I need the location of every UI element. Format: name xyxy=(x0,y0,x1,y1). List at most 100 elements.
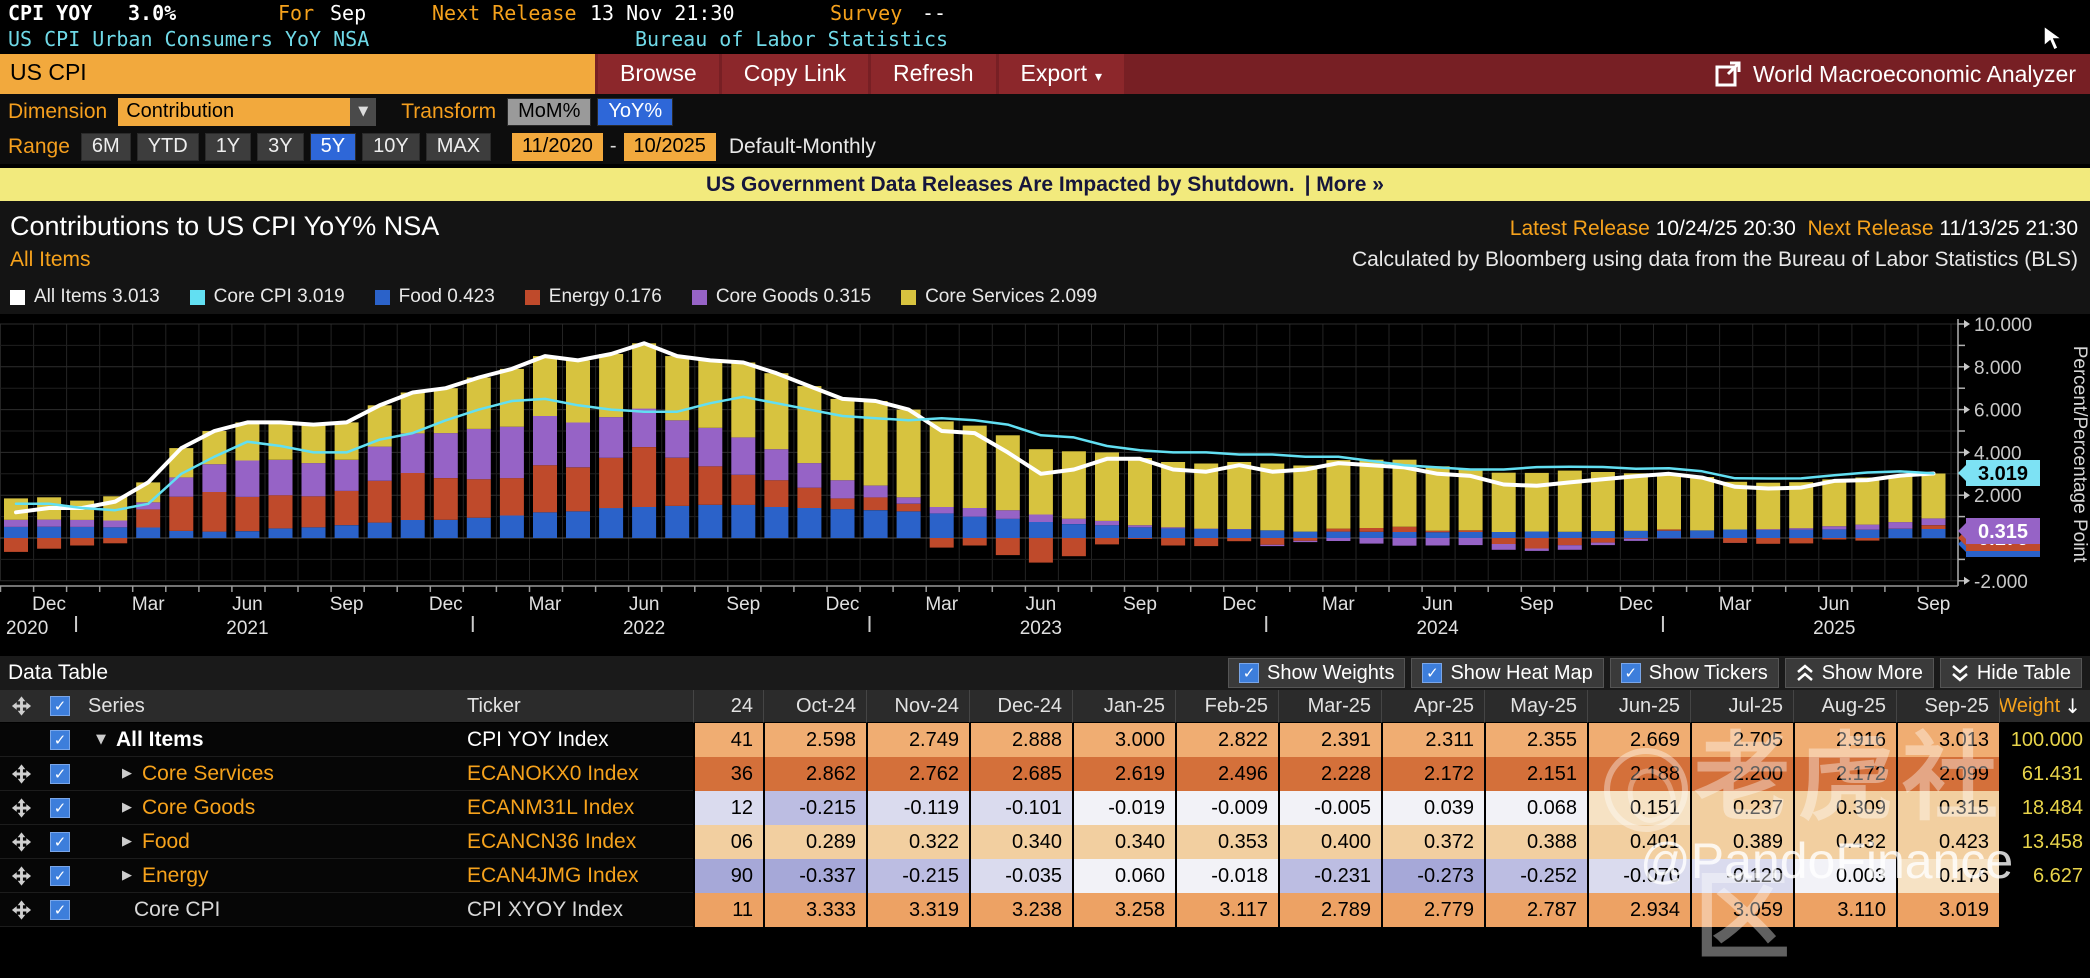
svg-text:2024: 2024 xyxy=(1416,618,1459,639)
range-6m[interactable]: 6M xyxy=(81,133,131,161)
value-cell: 3.238 xyxy=(969,893,1072,927)
value-cell-partial: 06 xyxy=(693,825,763,859)
command-input[interactable]: US CPI xyxy=(0,54,595,94)
value-cell: 3.117 xyxy=(1175,893,1278,927)
refresh-button[interactable]: Refresh xyxy=(871,54,996,94)
series-cell[interactable]: ▼All Items xyxy=(78,723,467,757)
toggle-show-heat-map[interactable]: ✓Show Heat Map xyxy=(1411,658,1603,688)
checkbox[interactable]: ✓ xyxy=(50,696,70,716)
month-column-header[interactable]: Aug-25 xyxy=(1793,690,1896,723)
legend-item-core-services[interactable]: Core Services 2.099 xyxy=(901,286,1097,308)
ticker-cell[interactable]: ECANOKX0 Index xyxy=(467,757,693,791)
range-max[interactable]: MAX xyxy=(426,133,491,161)
month-column-header[interactable]: Sep-25 xyxy=(1896,690,1999,723)
series-label: Food xyxy=(142,830,190,854)
weight-column-header[interactable]: Weight↓ xyxy=(1999,690,2090,723)
month-column-header[interactable]: May-25 xyxy=(1484,690,1587,723)
table-move-handle[interactable] xyxy=(0,690,42,723)
ticker-column-header[interactable]: Ticker xyxy=(467,690,693,723)
copy-link-button[interactable]: Copy Link xyxy=(722,54,868,94)
move-icon[interactable] xyxy=(10,899,33,921)
row-select-cell: ✓ xyxy=(42,859,78,893)
expand-icon[interactable]: ▶ xyxy=(122,800,132,815)
expand-icon[interactable]: ▶ xyxy=(122,766,132,781)
legend-item-core-cpi[interactable]: Core CPI 3.019 xyxy=(190,286,345,308)
range-ytd[interactable]: YTD xyxy=(137,133,199,161)
date-from-input[interactable]: 11/2020 xyxy=(512,133,603,161)
month-column-header[interactable]: Dec-24 xyxy=(969,690,1072,723)
move-icon[interactable] xyxy=(10,763,33,785)
move-icon[interactable] xyxy=(10,865,33,887)
transform-yoy%[interactable]: YoY% xyxy=(597,98,673,126)
series-cell[interactable]: ▶ Food xyxy=(78,825,467,859)
checkbox[interactable]: ✓ xyxy=(50,900,70,920)
value-cell: 2.172 xyxy=(1793,757,1896,791)
banner-more-link[interactable]: | More » xyxy=(1305,173,1384,197)
toggle-show-weights[interactable]: ✓Show Weights xyxy=(1228,658,1405,688)
series-cell[interactable]: Core CPI xyxy=(78,893,467,927)
checkbox[interactable]: ✓ xyxy=(1422,663,1442,683)
checkbox[interactable]: ✓ xyxy=(50,798,70,818)
legend-swatch xyxy=(901,290,916,305)
checkbox[interactable]: ✓ xyxy=(50,764,70,784)
month-column-header[interactable]: Mar-25 xyxy=(1278,690,1381,723)
weight-cell: 6.627 xyxy=(1999,859,2090,893)
transform-mom%[interactable]: MoM% xyxy=(507,98,591,126)
value-cell: 2.862 xyxy=(763,757,866,791)
series-column-header[interactable]: Series xyxy=(78,690,467,723)
browse-button[interactable]: Browse xyxy=(598,54,719,94)
series-cell[interactable]: ▶Core Services xyxy=(78,757,467,791)
export-button[interactable]: Export▾ xyxy=(999,54,1125,94)
toggle-show-tickers[interactable]: ✓Show Tickers xyxy=(1610,658,1779,688)
security-description: US CPI Urban Consumers YoY NSA xyxy=(8,27,369,51)
legend-item-all-items[interactable]: All Items 3.013 xyxy=(10,286,160,308)
ticker-cell[interactable]: ECANCN36 Index xyxy=(467,825,693,859)
month-column-header[interactable]: Jul-25 xyxy=(1690,690,1793,723)
hide-table-button[interactable]: Hide Table xyxy=(1940,658,2082,688)
svg-text:Sep: Sep xyxy=(330,594,364,615)
ticker-cell[interactable]: CPI YOY Index xyxy=(467,723,693,757)
show-more-button[interactable]: Show More xyxy=(1785,658,1934,688)
analyzer-title[interactable]: World Macroeconomic Analyzer xyxy=(1753,61,2076,88)
month-column-header[interactable]: Oct-24 xyxy=(763,690,866,723)
month-column-header[interactable]: Feb-25 xyxy=(1175,690,1278,723)
month-column-header[interactable]: Apr-25 xyxy=(1381,690,1484,723)
svg-text:Dec: Dec xyxy=(429,594,463,615)
svg-text:-2.000: -2.000 xyxy=(1974,572,2028,593)
toolbar-buttons: BrowseCopy LinkRefresh xyxy=(595,54,996,94)
range-1y[interactable]: 1Y xyxy=(205,133,251,161)
series-cell[interactable]: ▶Energy xyxy=(78,859,467,893)
checkbox[interactable]: ✓ xyxy=(50,832,70,852)
range-10y[interactable]: 10Y xyxy=(362,133,420,161)
series-cell[interactable]: ▶Core Goods xyxy=(78,791,467,825)
date-to-input[interactable]: 10/2025 xyxy=(624,133,716,161)
dimension-dropdown[interactable]: Contribution ▼ xyxy=(118,98,376,126)
move-icon[interactable] xyxy=(10,695,33,717)
legend-item-energy[interactable]: Energy 0.176 xyxy=(525,286,662,308)
range-5y[interactable]: 5Y xyxy=(310,133,356,161)
checkbox[interactable]: ✓ xyxy=(1621,663,1641,683)
value-cell: 0.372 xyxy=(1381,825,1484,859)
ticker-cell[interactable]: CPI XYOY Index xyxy=(467,893,693,927)
ticker-cell[interactable]: ECANM31L Index xyxy=(467,791,693,825)
collapse-icon[interactable]: ▼ xyxy=(96,732,106,747)
contribution-chart[interactable]: -2.0000.0002.0004.0006.0008.00010.000Per… xyxy=(0,314,2090,655)
range-3y[interactable]: 3Y xyxy=(257,133,303,161)
checkbox[interactable]: ✓ xyxy=(50,866,70,886)
move-icon[interactable] xyxy=(10,831,33,853)
move-icon[interactable] xyxy=(10,797,33,819)
legend-item-food[interactable]: Food 0.423 xyxy=(375,286,495,308)
chart-subtitle[interactable]: All Items xyxy=(10,248,91,272)
checkbox[interactable]: ✓ xyxy=(1239,663,1259,683)
month-column-header[interactable]: Jan-25 xyxy=(1072,690,1175,723)
month-column-header[interactable]: Jun-25 xyxy=(1587,690,1690,723)
month-column-header[interactable]: Nov-24 xyxy=(866,690,969,723)
expand-icon[interactable]: ▶ xyxy=(122,868,132,883)
legend-item-core-goods[interactable]: Core Goods 0.315 xyxy=(692,286,871,308)
checkbox[interactable]: ✓ xyxy=(50,730,70,750)
expand-icon[interactable]: ▶ xyxy=(122,834,132,849)
row-select-cell: ✓ xyxy=(42,791,78,825)
month-column-header[interactable]: 24 xyxy=(693,690,763,723)
svg-text:Mar: Mar xyxy=(1322,594,1355,615)
ticker-cell[interactable]: ECAN4JMG Index xyxy=(467,859,693,893)
